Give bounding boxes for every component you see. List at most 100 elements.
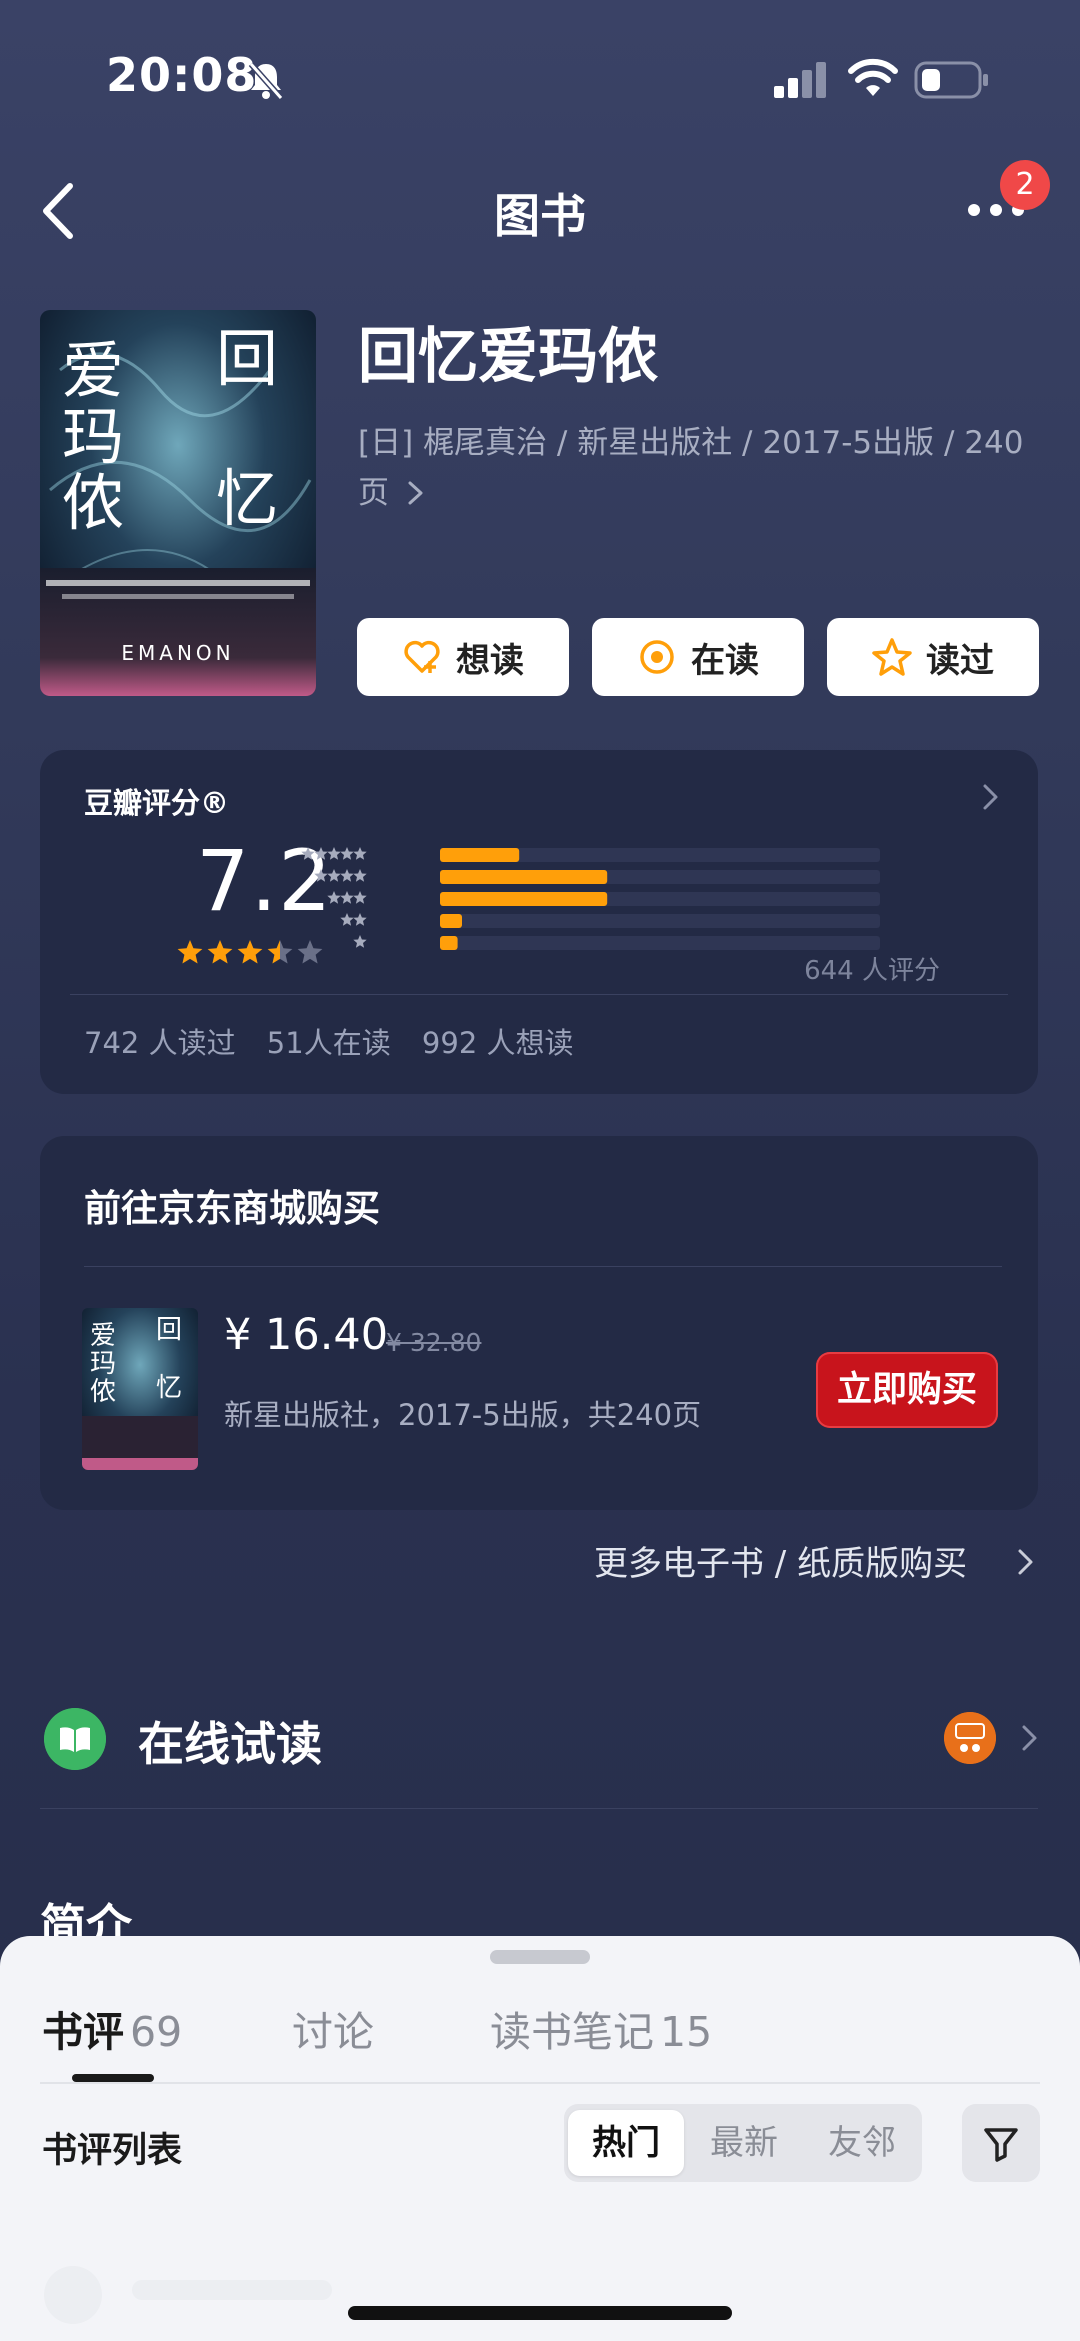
- svg-text:侬: 侬: [90, 1377, 116, 1407]
- rating-bar: [440, 870, 608, 884]
- rating-card[interactable]: 豆瓣评分® 7.2 644 人评分 742 人读过 51人在读 992 人想读: [40, 750, 1038, 1094]
- rating-bar: [440, 936, 458, 950]
- purchase-description: 新星出版社，2017-5出版，共240页: [224, 1398, 702, 1432]
- purchase-card: 前往京东商城购买 爱 玛 侬 回 忆 ¥ 16.40 ¥ 32.80 新星出版社…: [40, 1136, 1038, 1510]
- chevron-right-icon[interactable]: [1020, 1722, 1040, 1754]
- review-list-label: 书评列表: [42, 2131, 183, 2171]
- notification-badge: 2: [1000, 160, 1050, 210]
- mini-star-icon: [314, 869, 328, 882]
- rating-star-icon: [207, 940, 233, 964]
- online-read-label[interactable]: 在线试读: [138, 1708, 322, 1774]
- rating-bar-track: [440, 936, 880, 950]
- open-book-icon[interactable]: [44, 1708, 106, 1770]
- wifi-icon: [848, 58, 898, 96]
- sale-price: ¥ 16.40: [224, 1310, 389, 1360]
- book-meta[interactable]: [日] 梶尾真治 / 新星出版社 / 2017-5出版 / 240页: [358, 418, 1038, 518]
- mini-star-icon: [327, 891, 341, 904]
- mini-star-icon: [353, 935, 367, 948]
- mini-star-icon: [353, 891, 367, 904]
- rating-bar-track: [440, 914, 880, 928]
- svg-text:玛: 玛: [90, 1349, 116, 1379]
- reading-button[interactable]: 在读: [592, 618, 804, 696]
- reviews-sheet: 书评 69 讨论 读书笔记 15 书评列表 热门 最新 友邻: [0, 1936, 1080, 2341]
- buy-now-button[interactable]: 立即购买: [816, 1352, 998, 1428]
- svg-text:爱: 爱: [90, 1321, 116, 1351]
- mini-star-icon: [353, 869, 367, 882]
- sheet-drag-handle[interactable]: [490, 1950, 590, 1964]
- svg-text:忆: 忆: [216, 462, 278, 535]
- tab-reviews-label: 书评: [42, 2008, 124, 2056]
- mini-star-icon: [353, 847, 367, 860]
- mini-star-icon: [314, 847, 328, 860]
- mini-star-icon: [327, 847, 341, 860]
- want-to-read-button[interactable]: 想读: [357, 618, 569, 696]
- divider: [84, 1266, 1002, 1267]
- mini-star-icon: [301, 847, 315, 860]
- cellular-signal-icon: [774, 62, 826, 98]
- chevron-right-icon[interactable]: [1016, 1546, 1036, 1578]
- tab-notes[interactable]: 读书笔记 15: [490, 1998, 712, 2058]
- purchase-title: 前往京东商城购买: [84, 1187, 380, 1230]
- chevron-right-icon: [408, 481, 423, 505]
- star-outline-icon: [872, 638, 912, 676]
- have-read-button[interactable]: 读过: [827, 618, 1039, 696]
- tab-reviews-count: 69: [130, 2008, 183, 2056]
- mini-star-icon: [340, 913, 354, 926]
- rating-bar: [440, 848, 520, 862]
- sort-friends[interactable]: 友邻: [804, 2110, 920, 2176]
- svg-text:忆: 忆: [156, 1373, 182, 1403]
- page-title: 图书: [494, 189, 586, 243]
- active-tab-indicator: [72, 2074, 154, 2082]
- status-time: 20:08: [106, 48, 258, 102]
- svg-text:回: 回: [216, 322, 278, 395]
- more-purchase-link[interactable]: 更多电子书 / 纸质版购买: [594, 1536, 967, 1585]
- rating-row-4-star: [314, 869, 880, 884]
- want-count: 992 人想读: [421, 1026, 574, 1060]
- mini-star-icon: [353, 913, 367, 926]
- rating-label: 豆瓣评分®: [84, 786, 230, 820]
- loading-avatar-placeholder: [44, 2266, 102, 2324]
- home-indicator: [348, 2306, 732, 2320]
- rating-row-1-star: [353, 935, 880, 950]
- battery-icon: [914, 61, 988, 99]
- reader-stats: 742 人读过 51人在读 992 人想读: [84, 1020, 596, 1062]
- rating-star-icon: [177, 940, 203, 964]
- divider: [40, 1808, 1038, 1809]
- filter-icon[interactable]: [962, 2104, 1040, 2182]
- mini-star-icon: [340, 869, 354, 882]
- divider: [40, 2082, 1040, 2084]
- svg-text:EMANON: EMANON: [121, 641, 234, 665]
- rating-row-5-star: [301, 847, 880, 862]
- have-read-label: 读过: [926, 640, 994, 681]
- svg-text:侬: 侬: [62, 466, 124, 539]
- rating-count: 644 人评分: [804, 956, 940, 986]
- svg-text:爱: 爱: [62, 334, 124, 407]
- sort-latest[interactable]: 最新: [686, 2110, 802, 2176]
- svg-text:回: 回: [156, 1315, 182, 1345]
- mini-star-icon: [340, 891, 354, 904]
- book-meta-text: [日] 梶尾真治 / 新星出版社 / 2017-5出版 / 240页: [358, 425, 1024, 511]
- book-cover-image: 爱 玛 侬 回 忆 EMANON: [40, 310, 316, 696]
- tab-discussion-label: 讨论: [292, 2008, 374, 2056]
- reading-circle-icon: [640, 640, 674, 674]
- loading-text-placeholder: [132, 2280, 332, 2300]
- read-count: 742 人读过: [84, 1026, 236, 1060]
- sort-hot[interactable]: 热门: [568, 2110, 684, 2176]
- status-bar: 20:08: [0, 0, 1080, 160]
- tab-discussion[interactable]: 讨论: [292, 1998, 374, 2058]
- tab-reviews[interactable]: 书评 69: [42, 1998, 182, 2058]
- original-price: ¥ 32.80: [386, 1328, 482, 1357]
- dedao-app-icon[interactable]: [944, 1712, 996, 1764]
- rating-bar: [440, 914, 462, 928]
- sort-segmented-control: 热门 最新 友邻: [564, 2104, 922, 2182]
- tab-notes-count: 15: [660, 2008, 713, 2056]
- rating-row-2-star: [340, 913, 880, 928]
- divider: [70, 994, 1008, 995]
- rating-distribution: [301, 847, 880, 950]
- svg-text:玛: 玛: [62, 400, 124, 473]
- chevron-right-icon: [983, 784, 998, 810]
- rating-row-3-star: [327, 891, 880, 906]
- want-to-read-label: 想读: [456, 640, 524, 681]
- reading-count: 51人在读: [266, 1026, 391, 1060]
- silent-bell-icon: [248, 62, 284, 100]
